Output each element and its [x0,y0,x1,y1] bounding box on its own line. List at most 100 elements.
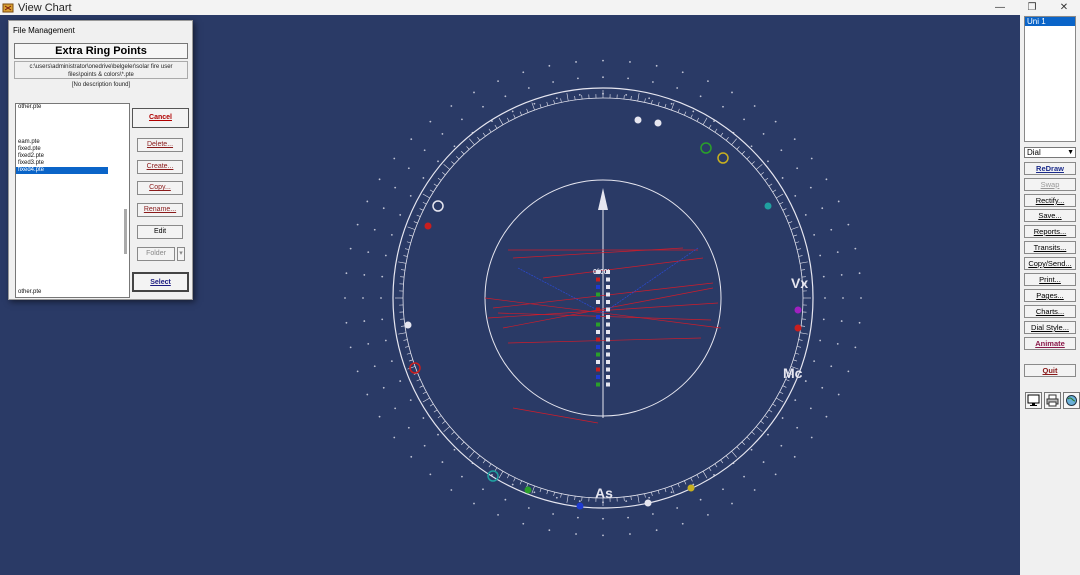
central-glyph-icon [606,285,610,289]
star-point-mark [602,517,604,520]
star-point-mark [378,415,381,418]
star-point-mark [378,178,381,181]
star-point-mark [441,461,444,463]
copy-send-button[interactable]: Copy/Send... [1024,257,1076,270]
star-point-mark [422,177,425,179]
star-point-mark [774,120,777,123]
list-item[interactable]: other.pte [16,289,41,296]
dial-tick [764,415,769,419]
central-glyph-icon [596,330,600,334]
list-item[interactable]: fixed2.pte [16,153,129,160]
star-point-mark [527,87,530,89]
star-point-mark [767,433,769,436]
quit-button[interactable]: Quit [1024,364,1076,377]
select-button[interactable]: Select [132,272,189,292]
star-point-mark [699,95,702,98]
dial-tick [482,132,486,137]
star-point-mark [627,77,629,80]
rename-button[interactable]: Rename... [137,203,183,217]
create-button[interactable]: Create... [137,160,183,174]
dial-style-button[interactable]: Dial Style... [1024,321,1076,334]
angle-label: As [595,485,613,501]
close-button[interactable]: ✕ [1048,0,1080,15]
list-item[interactable]: fixed.pte [16,146,129,153]
minimize-button[interactable]: — [984,0,1016,15]
swap-button[interactable]: Swap [1024,178,1076,191]
planet-glyph-icon [634,116,642,124]
list-item-selected[interactable]: fixed4.pte [16,167,108,174]
dial-tick [637,93,640,102]
list-item[interactable]: fixed3.pte [16,160,129,167]
aspect-line [517,267,604,314]
list-item[interactable]: other.pte [16,104,129,111]
star-point-mark [393,436,396,439]
restore-button[interactable]: ❐ [1016,0,1048,15]
central-glyph-icon [606,292,610,297]
star-point-mark [793,138,796,141]
dial-tick [796,248,802,250]
list-item[interactable] [16,111,129,139]
monitor-icon[interactable] [1025,392,1042,409]
pages-button[interactable]: Pages... [1024,289,1076,302]
star-point-mark [836,343,839,345]
printer-icon[interactable] [1044,392,1061,409]
star-point-mark [713,473,715,476]
right-panel: Uni 1 Dial ▼ ReDraw Swap Rectify... Save… [1020,15,1080,575]
delete-button[interactable]: Delete... [137,138,183,152]
dial-tick [539,488,542,493]
central-glyph-icon [606,382,610,387]
star-point-mark [809,186,812,189]
dial-tick [782,385,787,388]
star-point-mark [824,297,826,299]
chart-list-item[interactable]: Uni 1 [1025,17,1075,26]
star-point-mark [648,97,651,100]
redraw-button[interactable]: ReDraw [1024,162,1076,175]
folder-button[interactable]: Folder [137,247,175,261]
folder-dropdown-icon[interactable]: ▾ [177,247,185,261]
dial-tick [796,346,802,348]
midpoint-line [542,257,704,279]
charts-button[interactable]: Charts... [1024,305,1076,318]
list-item[interactable]: eam.pte [16,139,129,146]
globe-icon[interactable] [1063,392,1080,409]
save-button[interactable]: Save... [1024,209,1076,222]
star-point-mark [453,145,456,148]
star-point-mark [390,233,393,236]
transits-button[interactable]: Transits... [1024,241,1076,254]
print-button[interactable]: Print... [1024,273,1076,286]
star-point-mark [555,496,558,499]
star-point-mark [522,522,525,525]
dial-type-select[interactable]: Dial ▼ [1024,147,1076,158]
dial-tick [406,241,411,244]
reports-button[interactable]: Reports... [1024,225,1076,238]
central-glyph-icon [606,337,610,342]
star-point-mark [722,105,724,108]
midpoint-line [497,312,712,321]
copy-button[interactable]: Copy... [137,181,183,195]
rectify-button[interactable]: Rectify... [1024,194,1076,207]
star-point-mark [423,149,426,152]
dial-tick [416,214,421,217]
dial-tick [494,124,498,129]
star-point-mark [575,533,577,535]
edit-button[interactable]: Edit [137,225,183,239]
animate-button[interactable]: Animate [1024,337,1076,350]
dial-tick [788,221,793,224]
star-point-mark [655,529,658,532]
star-point-mark [821,207,824,210]
central-glyph-icon [596,360,600,364]
dial-tick [801,269,806,271]
view-mode-icons [1025,392,1080,409]
cancel-button[interactable]: Cancel [132,108,189,128]
chevron-down-icon[interactable]: ▼ [1067,148,1074,157]
dial-tick [776,193,784,199]
dial-tick [519,480,522,485]
file-list[interactable]: other.pte eam.pte fixed.pte fixed2.pte f… [15,103,130,298]
dial-tick [736,146,740,150]
chart-list[interactable]: Uni 1 [1024,16,1076,142]
dial-tick [702,117,708,125]
dial-tick [413,221,418,224]
central-glyph-icon [606,277,610,282]
scrollbar[interactable] [124,209,127,254]
star-point-mark [453,448,456,451]
